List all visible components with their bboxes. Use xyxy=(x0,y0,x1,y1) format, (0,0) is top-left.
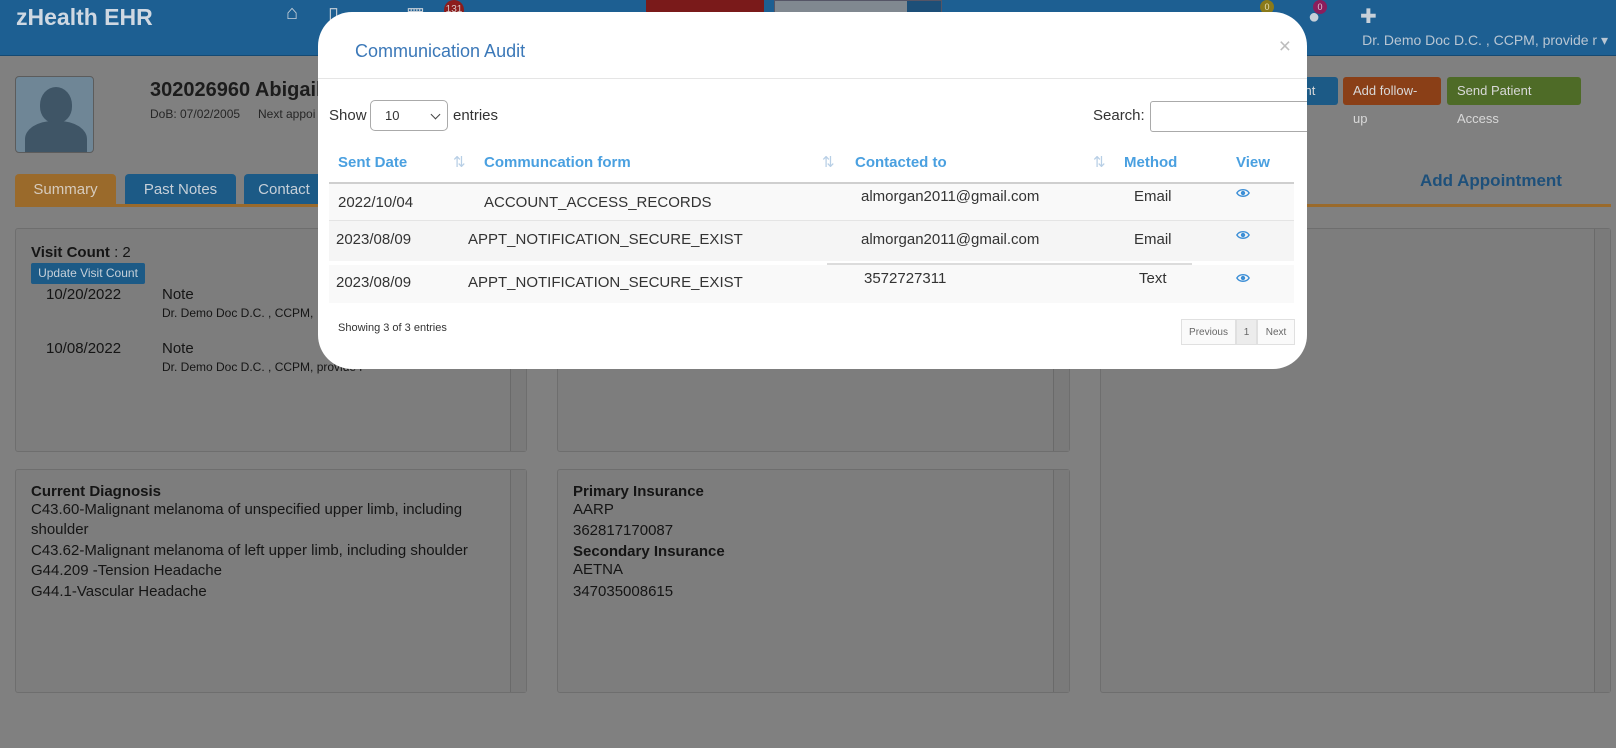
insurance-panel xyxy=(557,469,1070,693)
secondary-insurance-title: Secondary Insurance xyxy=(573,543,725,560)
brand-logo[interactable]: zHealth EHR xyxy=(16,4,153,31)
primary-insurance-title: Primary Insurance xyxy=(573,483,704,500)
add-user-icon[interactable]: ✚ xyxy=(1360,4,1377,29)
pagination-next[interactable]: Next xyxy=(1257,319,1295,345)
visit-date[interactable]: 10/20/2022 xyxy=(46,286,121,303)
entries-label: entries xyxy=(453,107,499,124)
primary-insurance-id: 362817170087 xyxy=(573,522,674,539)
tab-summary[interactable]: Summary xyxy=(15,174,116,205)
eye-icon[interactable] xyxy=(1236,228,1250,242)
modal-divider xyxy=(318,78,1307,79)
user-menu[interactable]: Dr. Demo Doc D.C. , CCPM, provide r ▾ xyxy=(1362,32,1608,49)
diagnosis-title: Current Diagnosis xyxy=(31,483,162,500)
diagnosis-item: G44.1-Vascular Headache xyxy=(31,583,207,600)
eye-icon[interactable] xyxy=(1236,186,1250,200)
send-patient-access-button[interactable]: Send Patient Access xyxy=(1447,77,1581,126)
scrollbar[interactable] xyxy=(1594,229,1610,692)
modal-title: Communication Audit xyxy=(355,41,526,61)
sent-date-cell: 2023/08/09 xyxy=(336,231,412,248)
patient-name: 302026960 Abigail M xyxy=(150,79,344,101)
primary-insurance-name: AARP xyxy=(573,501,614,518)
diagnosis-item: shoulder xyxy=(31,521,89,538)
communication-audit-modal: Communication Audit × Show 10 entries Se… xyxy=(318,12,1307,369)
diagnosis-item: C43.62-Malignant melanoma of left upper … xyxy=(31,542,468,559)
visit-count: Visit Count : 2 xyxy=(31,244,131,261)
pagination-page-1[interactable]: 1 xyxy=(1236,319,1257,345)
column-header-method[interactable]: Method xyxy=(1124,154,1177,171)
contacted-to-cell: almorgan2011@gmail.com xyxy=(861,231,1040,248)
home-icon[interactable]: ⌂ xyxy=(286,2,298,25)
form-cell: ACCOUNT_ACCESS_RECORDS xyxy=(484,194,712,211)
add-appointment-link[interactable]: Add Appointment xyxy=(1420,171,1562,191)
diagnosis-item: G44.209 -Tension Headache xyxy=(31,562,222,579)
search-label: Search: xyxy=(1093,107,1145,124)
sent-date-cell: 2023/08/09 xyxy=(336,274,412,291)
contacted-to-cell: almorgan2011@gmail.com xyxy=(861,188,1040,205)
user-name: Dr. Demo Doc D.C. , CCPM, provide r xyxy=(1362,32,1598,48)
visit-count-label: Visit Count xyxy=(31,244,110,261)
method-cell: Email xyxy=(1134,188,1172,205)
pagination-previous[interactable]: Previous xyxy=(1181,319,1236,345)
add-follow-up-button[interactable]: Add follow-up xyxy=(1343,77,1441,126)
patient-dob: DoB: 07/02/2005 xyxy=(150,107,241,121)
table-info: Showing 3 of 3 entries xyxy=(338,322,447,334)
sent-date-cell: 2022/10/04 xyxy=(338,194,414,211)
method-cell: Text xyxy=(1139,270,1167,287)
column-header-form[interactable]: Communcation form xyxy=(484,154,631,171)
eye-icon[interactable] xyxy=(1236,271,1250,285)
column-header-view: View xyxy=(1236,154,1270,171)
scrollbar[interactable] xyxy=(1053,470,1069,692)
tab-contact[interactable]: Contact xyxy=(244,174,324,205)
column-header-sent-date[interactable]: Sent Date xyxy=(338,154,407,171)
diagnosis-item: C43.60-Malignant melanoma of unspecified… xyxy=(31,501,463,518)
patient-avatar xyxy=(15,76,94,153)
sort-icon[interactable]: ⇅ xyxy=(1093,153,1106,171)
secondary-insurance-name: AETNA xyxy=(573,561,624,578)
next-appointment: Next appoi xyxy=(258,107,316,121)
chevron-down-icon xyxy=(430,109,441,120)
tab-past-notes[interactable]: Past Notes xyxy=(125,174,236,205)
form-cell: APPT_NOTIFICATION_SECURE_EXIST xyxy=(468,274,743,291)
show-label: Show xyxy=(329,107,367,124)
form-cell: APPT_NOTIFICATION_SECURE_EXIST xyxy=(468,231,743,248)
secondary-insurance-id: 347035008615 xyxy=(573,583,674,600)
search-input[interactable] xyxy=(1150,101,1307,132)
method-cell: Email xyxy=(1134,231,1172,248)
contacted-to-cell: 3572727311 xyxy=(864,270,947,287)
visit-type: Note xyxy=(162,286,194,303)
page-size-select[interactable]: 10 xyxy=(370,100,448,131)
sort-icon[interactable]: ⇅ xyxy=(453,153,466,171)
visit-date[interactable]: 10/08/2022 xyxy=(46,340,121,357)
badge-count-b: 0 xyxy=(1313,0,1327,14)
visit-type: Note xyxy=(162,340,194,357)
sort-icon[interactable]: ⇅ xyxy=(822,153,835,171)
scrollbar[interactable] xyxy=(510,470,526,692)
visit-provider: Dr. Demo Doc D.C. , CCPM, xyxy=(162,306,314,320)
visit-count-value: : 2 xyxy=(114,244,131,261)
page-size-value: 10 xyxy=(385,108,400,123)
column-header-contacted-to[interactable]: Contacted to xyxy=(855,154,947,171)
update-visit-count-button[interactable]: Update Visit Count xyxy=(31,263,145,284)
close-icon[interactable]: × xyxy=(1279,35,1291,59)
